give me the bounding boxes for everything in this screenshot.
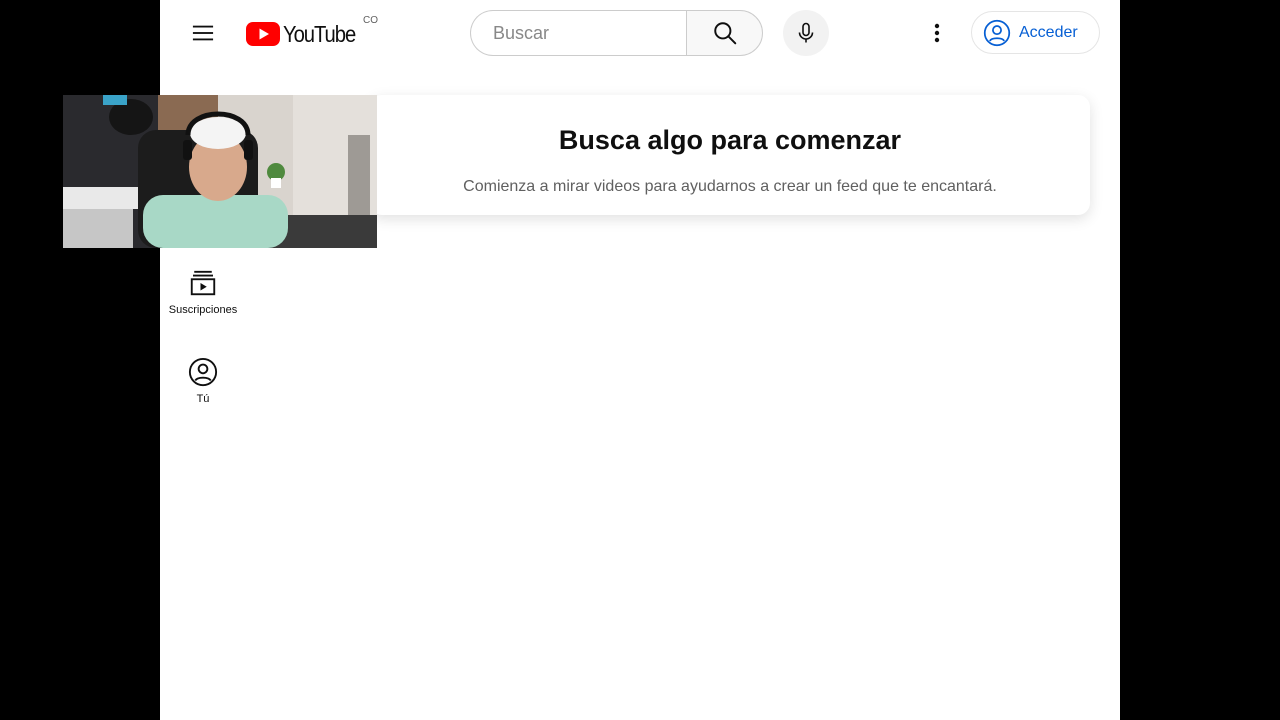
microphone-icon	[798, 22, 814, 43]
search-input[interactable]	[491, 21, 675, 45]
sidebar-item-you[interactable]: Tú	[160, 357, 246, 405]
settings-more-button[interactable]	[922, 18, 952, 48]
webcam-image	[63, 95, 377, 248]
search-bar	[470, 10, 686, 56]
empty-feed-card: Busca algo para comenzar Comienza a mira…	[370, 95, 1090, 215]
youtube-logo[interactable]: YouTube	[246, 19, 365, 49]
empty-feed-title: Busca algo para comenzar	[558, 125, 902, 155]
signin-label: Acceder	[1019, 23, 1078, 41]
webcam-overlay	[63, 95, 377, 248]
empty-feed-subtitle: Comienza a mirar videos para ayudarnos a…	[463, 178, 997, 195]
logo-wordmark: YouTube	[283, 20, 356, 47]
account-circle-icon	[188, 357, 218, 387]
menu-icon[interactable]	[192, 22, 214, 44]
account-circle-icon	[983, 19, 1011, 46]
youtube-play-logo-icon	[246, 22, 280, 46]
signin-button[interactable]: Acceder	[971, 11, 1100, 54]
sidebar-item-label: Suscripciones	[168, 304, 238, 316]
voice-search-button[interactable]	[783, 10, 829, 56]
sidebar-item-label: Tú	[196, 393, 210, 405]
search-button[interactable]	[686, 10, 763, 56]
subscriptions-icon	[190, 270, 216, 296]
more-vert-icon	[934, 23, 940, 43]
search-icon	[713, 22, 736, 45]
country-code: CO	[363, 15, 378, 26]
sidebar-item-subscriptions[interactable]: Suscripciones	[160, 268, 246, 316]
